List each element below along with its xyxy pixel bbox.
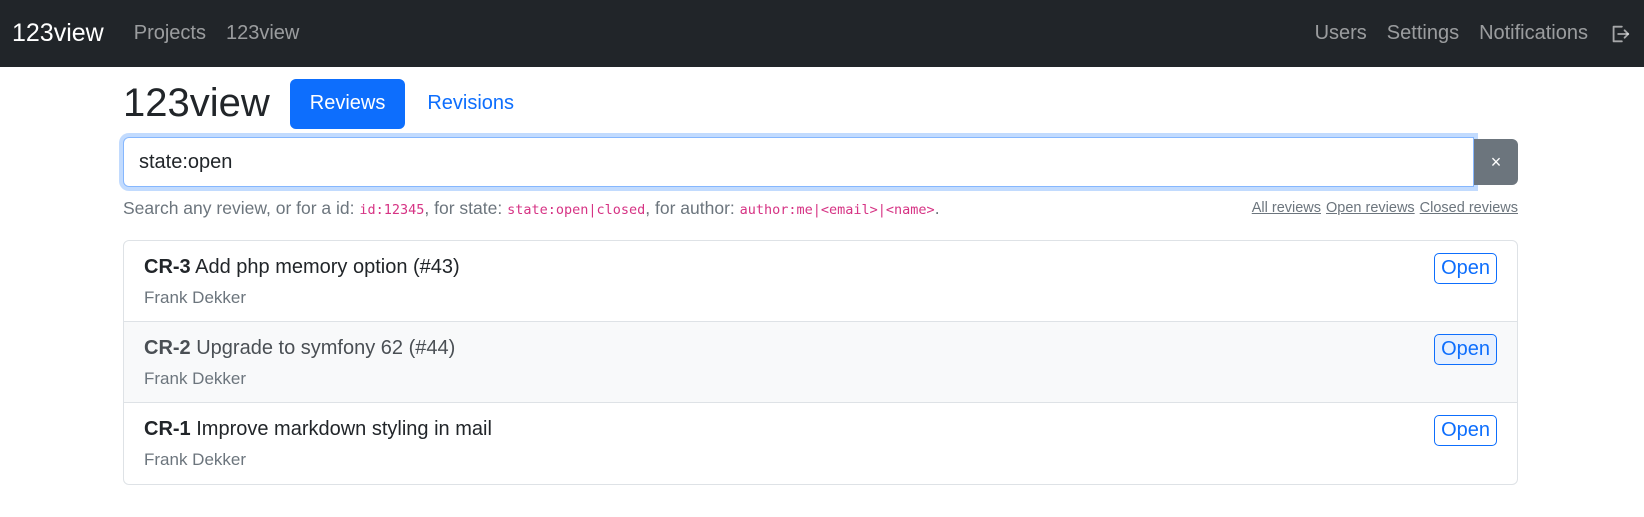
review-title-line: CR-2 Upgrade to symfony 62 (#44) [144, 337, 1497, 360]
page-header: 123view Reviews Revisions [123, 70, 1518, 137]
filter-open-reviews[interactable]: Open reviews [1326, 200, 1415, 216]
help-author-example: author:me|<email>|<name> [739, 201, 935, 218]
review-list: CR-3 Add php memory option (#43) Frank D… [123, 240, 1518, 485]
quick-filters: All reviews Open reviews Closed reviews [1252, 200, 1518, 216]
review-title: Add php memory option (#43) [195, 256, 460, 278]
top-navbar: 123view Projects 123view Users Settings … [0, 0, 1644, 67]
help-author-text: , for author: [645, 197, 740, 218]
search-input[interactable] [123, 137, 1474, 187]
review-item[interactable]: CR-2 Upgrade to symfony 62 (#44) Frank D… [124, 322, 1517, 403]
review-id: CR-1 [144, 418, 191, 440]
tab-revisions[interactable]: Revisions [407, 79, 534, 129]
filter-closed-reviews[interactable]: Closed reviews [1420, 200, 1518, 216]
navbar-right: Users Settings Notifications [1295, 22, 1632, 46]
help-prefix: Search any review, or for a id: [123, 197, 360, 218]
review-author: Frank Dekker [144, 288, 247, 307]
nav-link-123view[interactable]: 123view [226, 22, 299, 45]
help-state-example: state:open|closed [507, 201, 646, 218]
review-title: Improve markdown styling in mail [196, 418, 492, 440]
review-item[interactable]: CR-1 Improve markdown styling in mail Fr… [124, 403, 1517, 484]
clear-search-button[interactable]: × [1474, 139, 1518, 185]
navbar-left: 123view Projects 123view [12, 19, 319, 48]
review-id: CR-3 [144, 256, 191, 278]
review-item[interactable]: CR-3 Add php memory option (#43) Frank D… [124, 241, 1517, 322]
logout-icon[interactable] [1608, 22, 1632, 46]
help-id-example: id:12345 [359, 201, 425, 218]
search-help-text: Search any review, or for a id: id:12345… [123, 198, 940, 219]
status-badge[interactable]: Open [1434, 253, 1497, 284]
help-suffix: . [934, 197, 940, 218]
page-title: 123view [123, 81, 270, 125]
review-author: Frank Dekker [144, 369, 247, 388]
review-id: CR-2 [144, 337, 191, 359]
nav-link-users[interactable]: Users [1315, 22, 1367, 45]
review-title-line: CR-1 Improve markdown styling in mail [144, 418, 1497, 441]
search-help-row: Search any review, or for a id: id:12345… [123, 196, 1518, 220]
main-container: 123view Reviews Revisions × Search any r… [123, 67, 1518, 485]
tab-reviews[interactable]: Reviews [289, 78, 406, 129]
review-author: Frank Dekker [144, 450, 247, 469]
filter-all-reviews[interactable]: All reviews [1252, 200, 1321, 216]
nav-link-notifications[interactable]: Notifications [1479, 22, 1588, 45]
help-state-text: , for state: [424, 197, 508, 218]
status-badge[interactable]: Open [1434, 415, 1497, 446]
nav-link-projects[interactable]: Projects [134, 22, 206, 45]
review-title-line: CR-3 Add php memory option (#43) [144, 256, 1497, 279]
nav-link-settings[interactable]: Settings [1387, 22, 1459, 45]
status-badge[interactable]: Open [1434, 334, 1497, 365]
brand-link[interactable]: 123view [12, 19, 104, 48]
search-bar: × [123, 137, 1518, 187]
review-title: Upgrade to symfony 62 (#44) [196, 337, 456, 359]
